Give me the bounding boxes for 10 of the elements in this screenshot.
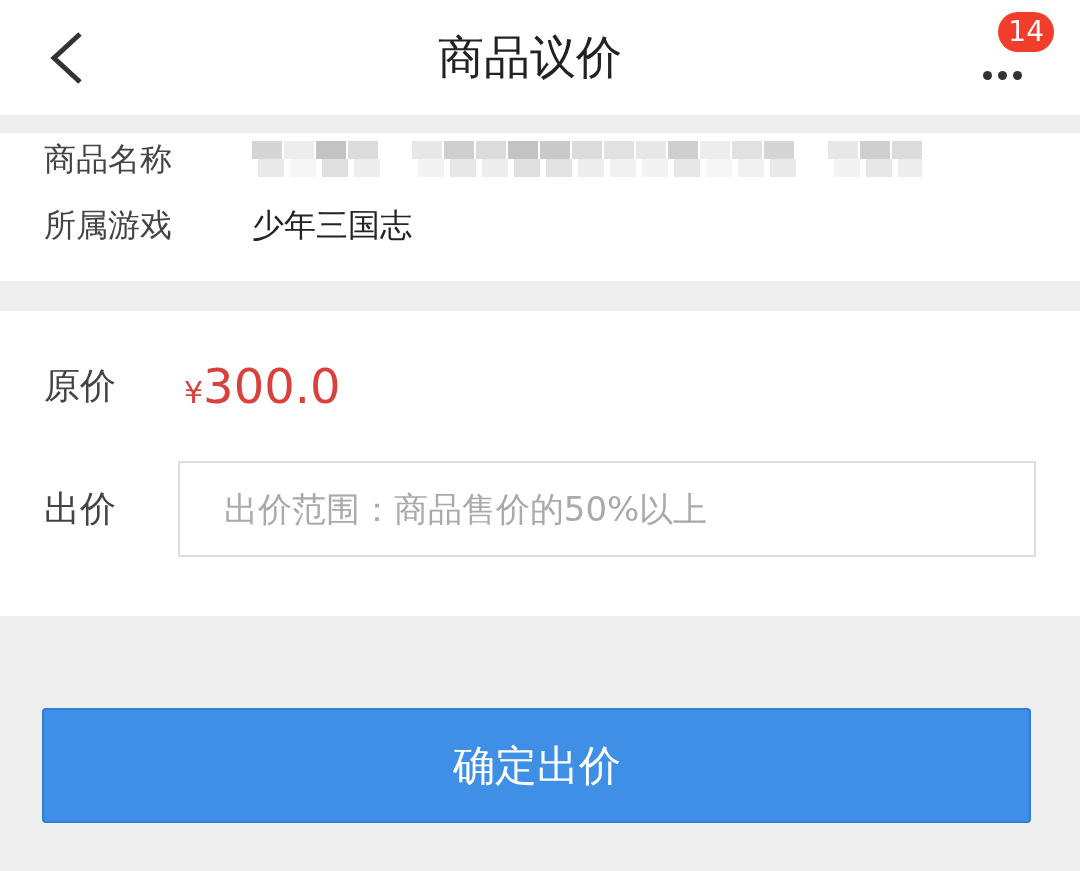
original-price: ¥300.0 xyxy=(184,357,341,416)
submit-button[interactable]: 确定出价 xyxy=(42,708,1031,823)
offer-label: 出价 xyxy=(44,487,117,531)
field-label: 所属游戏 xyxy=(44,205,173,246)
game-name: 少年三国志 xyxy=(252,205,412,246)
page-title: 商品议价 xyxy=(438,29,622,86)
offer-input-field[interactable]: 出价范围：商品售价的50%以上 xyxy=(177,461,1036,557)
field-label: 商品名称 xyxy=(44,139,173,180)
notification-badge: 14 xyxy=(998,11,1054,52)
price-label: 原价 xyxy=(44,364,117,408)
